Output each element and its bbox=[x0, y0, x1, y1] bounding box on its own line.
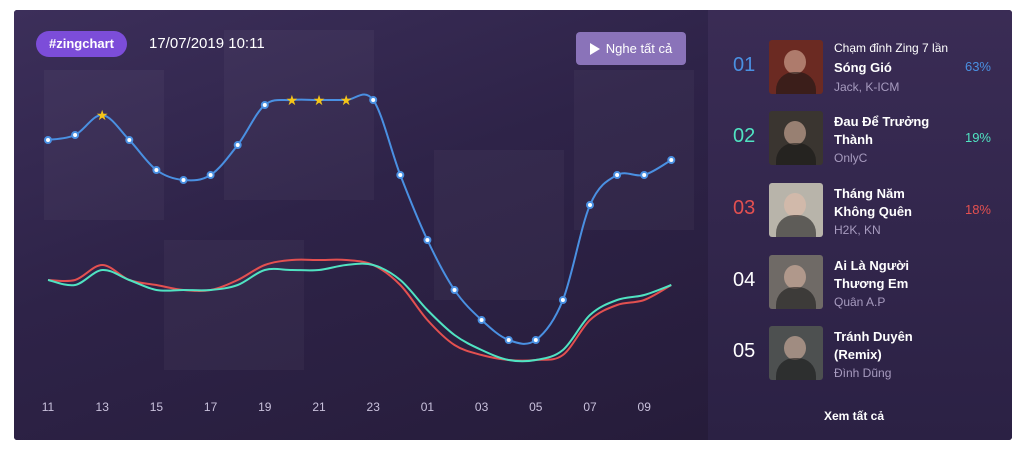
data-point[interactable] bbox=[586, 201, 594, 209]
data-point[interactable] bbox=[125, 136, 134, 144]
x-tick-label: 05 bbox=[529, 400, 543, 414]
x-tick-label: 21 bbox=[312, 400, 326, 414]
series-line-1 bbox=[47, 93, 672, 345]
song-artist[interactable]: Đình Dũng bbox=[834, 366, 891, 380]
x-tick-label: 03 bbox=[475, 400, 489, 414]
song-percent: 19% bbox=[964, 130, 991, 145]
rank-number: 01 bbox=[733, 54, 756, 76]
zingchart-tag[interactable]: #zingchart bbox=[36, 31, 128, 57]
data-point[interactable] bbox=[477, 316, 486, 324]
song-title[interactable]: Đau Để Trưởng Thành bbox=[834, 113, 946, 149]
zingchart-widget: ★ ★ ★ ★ 11 13 15 17 19 21 23 01 03 05 07 09 #zingchart … bbox=[14, 10, 1012, 440]
song-artist[interactable]: OnlyC bbox=[834, 151, 867, 165]
rank-item-05[interactable]: 05 Tránh Duyên (Remix) Đình Dũng bbox=[708, 326, 1012, 386]
peak-star-icon[interactable]: ★ bbox=[340, 92, 353, 108]
data-point[interactable] bbox=[233, 141, 242, 149]
x-tick-label: 07 bbox=[583, 400, 597, 414]
song-title[interactable]: Tháng Năm Không Quên bbox=[834, 185, 946, 221]
data-point[interactable] bbox=[504, 336, 513, 344]
peak-star-icon[interactable]: ★ bbox=[96, 107, 109, 123]
data-point[interactable] bbox=[531, 336, 540, 344]
song-thumbnail[interactable] bbox=[769, 326, 823, 380]
peak-star-icon[interactable]: ★ bbox=[313, 92, 326, 108]
line-chart: ★ ★ ★ ★ 11 13 15 17 19 21 23 01 03 05 07 09 bbox=[42, 92, 676, 414]
data-point[interactable] bbox=[71, 131, 80, 139]
x-tick-label: 01 bbox=[421, 400, 435, 414]
song-thumbnail[interactable] bbox=[769, 183, 823, 237]
series-line-3 bbox=[47, 258, 672, 362]
x-tick-label: 09 bbox=[638, 400, 652, 414]
song-thumbnail[interactable] bbox=[769, 255, 823, 309]
song-title[interactable]: Sóng Gió bbox=[834, 59, 946, 77]
song-title[interactable]: Ai Là Người Thương Em bbox=[834, 257, 946, 293]
x-tick-label: 11 bbox=[42, 400, 55, 414]
chart-panel: ★ ★ ★ ★ 11 13 15 17 19 21 23 01 03 05 07 09 #zingchart … bbox=[14, 10, 708, 440]
x-tick-label: 19 bbox=[258, 400, 272, 414]
data-point[interactable] bbox=[640, 171, 649, 179]
rank-item-02[interactable]: 02 Đau Để Trưởng Thành OnlyC 19% bbox=[708, 111, 1012, 171]
song-thumbnail[interactable] bbox=[769, 40, 823, 94]
rank-number: 04 bbox=[733, 269, 756, 291]
data-point[interactable] bbox=[613, 171, 622, 179]
series-line-2 bbox=[47, 262, 672, 363]
chart-datetime: 17/07/2019 10:11 bbox=[149, 35, 265, 52]
peak-star-icon[interactable]: ★ bbox=[286, 92, 299, 108]
view-all-link[interactable]: Xem tất cả bbox=[824, 409, 884, 423]
data-point[interactable] bbox=[423, 236, 432, 244]
data-point[interactable] bbox=[206, 171, 215, 179]
song-percent: 63% bbox=[964, 59, 991, 74]
x-tick-label: 13 bbox=[96, 400, 110, 414]
data-point[interactable] bbox=[369, 96, 378, 104]
data-point[interactable] bbox=[396, 171, 405, 179]
x-tick-label: 23 bbox=[367, 400, 381, 414]
song-title[interactable]: Tránh Duyên (Remix) bbox=[834, 328, 946, 364]
song-percent: 18% bbox=[964, 202, 991, 217]
data-point[interactable] bbox=[179, 176, 188, 184]
rank-item-01[interactable]: 01 Chạm đỉnh Zing 7 lần Sóng Gió Jack, K-IC… bbox=[708, 40, 1012, 100]
play-all-button[interactable]: Nghe tất cả bbox=[576, 32, 686, 65]
data-point[interactable] bbox=[260, 101, 269, 109]
peak-info: Chạm đỉnh Zing 7 lần bbox=[834, 41, 949, 55]
song-artist[interactable]: Quân A.P bbox=[834, 295, 885, 309]
ranking-panel: 01 Chạm đỉnh Zing 7 lần Sóng Gió Jack, K-IC… bbox=[708, 10, 1012, 440]
play-all-label: Nghe tất cả bbox=[605, 41, 673, 56]
song-thumbnail[interactable] bbox=[769, 111, 823, 165]
rank-number: 03 bbox=[733, 197, 756, 219]
data-point[interactable] bbox=[558, 296, 567, 304]
rank-number: 05 bbox=[733, 340, 756, 362]
x-tick-label: 15 bbox=[150, 400, 164, 414]
data-point[interactable] bbox=[152, 166, 161, 174]
x-tick-label: 17 bbox=[204, 400, 218, 414]
rank-item-04[interactable]: 04 Ai Là Người Thương Em Quân A.P bbox=[708, 255, 1012, 315]
data-point[interactable] bbox=[450, 286, 459, 294]
song-artist[interactable]: H2K, KN bbox=[834, 223, 881, 237]
song-artist[interactable]: Jack, K-ICM bbox=[834, 80, 899, 94]
data-point[interactable] bbox=[44, 136, 52, 144]
rank-number: 02 bbox=[733, 125, 756, 147]
data-point[interactable] bbox=[667, 156, 676, 164]
play-icon bbox=[589, 42, 600, 55]
rank-item-03[interactable]: 03 Tháng Năm Không Quên H2K, KN 18% bbox=[708, 183, 1012, 243]
